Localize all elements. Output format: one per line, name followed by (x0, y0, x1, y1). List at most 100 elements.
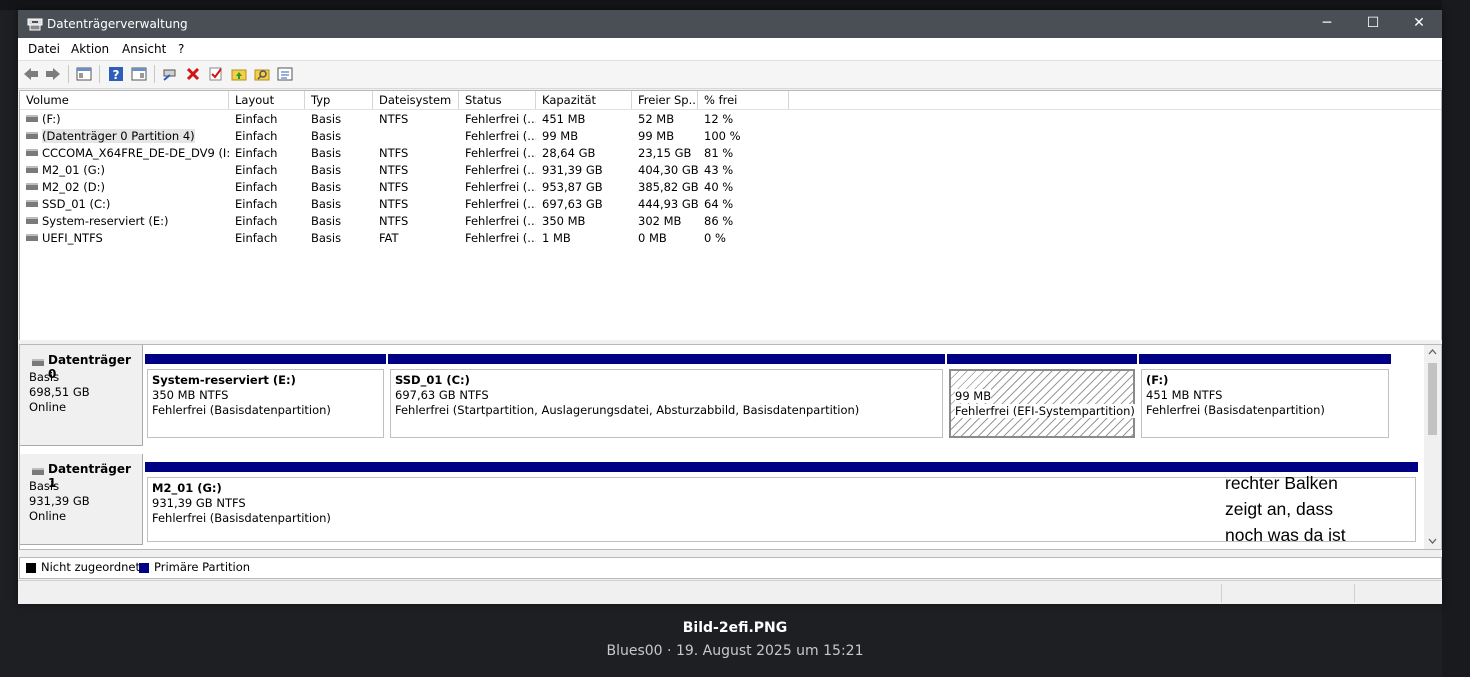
column-header-freier-speicher[interactable]: Freier Sp... (632, 91, 698, 109)
cell-kapazitaet: 953,87 GB (542, 180, 603, 194)
column-header-dateisystem[interactable]: Dateisystem (373, 91, 459, 109)
cell-prozent-frei: 81 % (704, 146, 734, 160)
status-separator (1354, 584, 1355, 602)
cell-freier-speicher: 302 MB (638, 214, 682, 228)
cell-freier-speicher: 404,30 GB (638, 163, 698, 177)
partition-system-reserviert[interactable]: System-reserviert (E:) 350 MB NTFS Fehle… (144, 353, 387, 441)
cell-typ: Basis (311, 231, 342, 245)
disk-name: Datenträger 1 (48, 462, 131, 490)
volume-name: System-reserviert (E:) (42, 214, 169, 228)
settings-list-icon[interactable] (277, 66, 293, 82)
menu-bar: Datei Aktion Ansicht ? (18, 38, 1442, 61)
table-row[interactable]: M2_02 (D:) Einfach Basis NTFS Fehlerfrei (..… (20, 179, 1441, 196)
back-arrow-icon[interactable] (23, 66, 39, 82)
cell-status: Fehlerfrei (... (465, 163, 536, 177)
column-header-volume[interactable]: Volume (20, 91, 229, 109)
partition-status: Fehlerfrei (Basisdatenpartition) (152, 511, 331, 525)
forward-arrow-icon[interactable] (45, 66, 61, 82)
cell-kapazitaet: 931,39 GB (542, 163, 603, 177)
disk-name: Datenträger 0 (48, 353, 131, 381)
status-separator (1221, 584, 1222, 602)
menu-help[interactable]: ? (178, 42, 184, 56)
column-header-layout[interactable]: Layout (229, 91, 305, 109)
graph-scrollbar[interactable] (1424, 345, 1441, 549)
partition-status: Fehlerfrei (Basisdatenpartition) (1146, 403, 1325, 417)
partition-status: Fehlerfrei (EFI-Systempartition) (955, 404, 1135, 418)
maximize-button[interactable]: ☐ (1350, 10, 1396, 38)
connect-icon[interactable] (162, 66, 178, 82)
volume-icon (26, 234, 38, 241)
folder-search-icon[interactable] (254, 66, 270, 82)
volume-icon (26, 217, 38, 224)
cell-status: Fehlerfrei (... (465, 112, 536, 126)
help-icon[interactable]: ? (108, 66, 124, 82)
disk-type: Basis (29, 479, 60, 493)
table-row[interactable]: CCCOMA_X64FRE_DE-DE_DV9 (I:) Einfach Basis… (20, 145, 1441, 162)
minimize-button[interactable]: ─ (1304, 10, 1350, 38)
menu-aktion[interactable]: Aktion (71, 42, 109, 56)
partition-ssd-01[interactable]: SSD_01 (C:) 697,63 GB NTFS Fehlerfrei (S… (387, 353, 946, 441)
legend: Nicht zugeordnet Primäre Partition (19, 557, 1442, 579)
partition-bar (387, 353, 946, 365)
scroll-up-icon[interactable] (1428, 348, 1437, 357)
menu-ansicht[interactable]: Ansicht (122, 42, 166, 56)
partition-efi-system[interactable]: 99 MB Fehlerfrei (EFI-Systempartition) (946, 353, 1138, 441)
cell-kapazitaet: 451 MB (542, 112, 586, 126)
cell-kapazitaet: 1 MB (542, 231, 571, 245)
disk-management-window: Datenträgerverwaltung ─ ☐ ✕ Datei Aktion… (18, 10, 1442, 604)
toolbar-separator (68, 65, 69, 83)
cell-typ: Basis (311, 146, 342, 160)
folder-up-icon[interactable] (231, 66, 247, 82)
partition-bar (1138, 353, 1392, 365)
column-header-prozent-frei[interactable]: % frei (698, 91, 789, 109)
properties-pane-icon[interactable] (131, 66, 147, 82)
annotation-text: rechter Balken zeigt an, dass noch was d… (1225, 473, 1346, 545)
cell-typ: Basis (311, 180, 342, 194)
close-button[interactable]: ✕ (1396, 10, 1442, 38)
column-header-typ[interactable]: Typ (305, 91, 373, 109)
legend-label-unallocated: Nicht zugeordnet (41, 560, 141, 574)
cell-typ: Basis (311, 129, 342, 143)
partition-size: 697,63 GB NTFS (395, 388, 489, 402)
table-row[interactable]: (Datenträger 0 Partition 4) Einfach Basis F… (20, 128, 1441, 145)
title-bar[interactable]: Datenträgerverwaltung ─ ☐ ✕ (18, 10, 1442, 38)
scroll-down-icon[interactable] (1428, 537, 1437, 546)
partition-f[interactable]: (F:) 451 MB NTFS Fehlerfrei (Basisdatenp… (1138, 353, 1392, 441)
cell-volume: UEFI_NTFS (20, 230, 229, 247)
disk-1-label[interactable]: Datenträger 1 Basis 931,39 GB Online (20, 454, 143, 545)
table-row[interactable]: M2_01 (G:) Einfach Basis NTFS Fehlerfrei (..… (20, 162, 1441, 179)
image-meta: Blues00 · 19. August 2025 um 15:21 (606, 643, 864, 659)
cell-dateisystem: FAT (379, 231, 399, 245)
column-header-status[interactable]: Status (459, 91, 536, 109)
disk-size: 931,39 GB (29, 494, 90, 508)
svg-text:?: ? (113, 68, 120, 82)
menu-datei[interactable]: Datei (28, 42, 60, 56)
delete-icon[interactable] (185, 66, 201, 82)
cell-prozent-frei: 12 % (704, 112, 734, 126)
partition-size: 451 MB NTFS (1146, 388, 1223, 402)
table-row[interactable]: (F:) Einfach Basis NTFS Fehlerfrei (... 451 M… (20, 111, 1441, 128)
partition-name: M2_01 (G:) (152, 481, 222, 495)
cell-volume: M2_02 (D:) (20, 179, 229, 196)
cell-freier-speicher: 385,82 GB (638, 180, 698, 194)
table-row[interactable]: SSD_01 (C:) Einfach Basis NTFS Fehlerfrei (.… (20, 196, 1441, 213)
cell-status: Fehlerfrei (... (465, 129, 536, 143)
cell-prozent-frei: 64 % (704, 197, 734, 211)
table-row[interactable]: UEFI_NTFS Einfach Basis FAT Fehlerfrei (... 1… (20, 230, 1441, 247)
column-header-kapazitaet[interactable]: Kapazität (536, 91, 632, 109)
disk-0-label[interactable]: Datenträger 0 Basis 698,51 GB Online (20, 345, 143, 446)
scrollbar-thumb[interactable] (1428, 363, 1437, 435)
check-icon[interactable] (208, 66, 224, 82)
cell-status: Fehlerfrei (... (465, 214, 536, 228)
console-tree-icon[interactable] (76, 66, 92, 82)
window-title: Datenträgerverwaltung (47, 17, 188, 31)
disk-graph-pane: Datenträger 0 Basis 698,51 GB Online Sys… (19, 344, 1442, 550)
cell-status: Fehlerfrei (... (465, 231, 536, 245)
partition-size: 350 MB NTFS (152, 388, 229, 402)
cell-typ: Basis (311, 163, 342, 177)
cell-layout: Einfach (235, 129, 278, 143)
table-row[interactable]: System-reserviert (E:) Einfach Basis NTFS Fe… (20, 213, 1441, 230)
cell-freier-speicher: 0 MB (638, 231, 667, 245)
partition-bar (946, 353, 1138, 365)
partition-size: 99 MB (955, 389, 992, 403)
